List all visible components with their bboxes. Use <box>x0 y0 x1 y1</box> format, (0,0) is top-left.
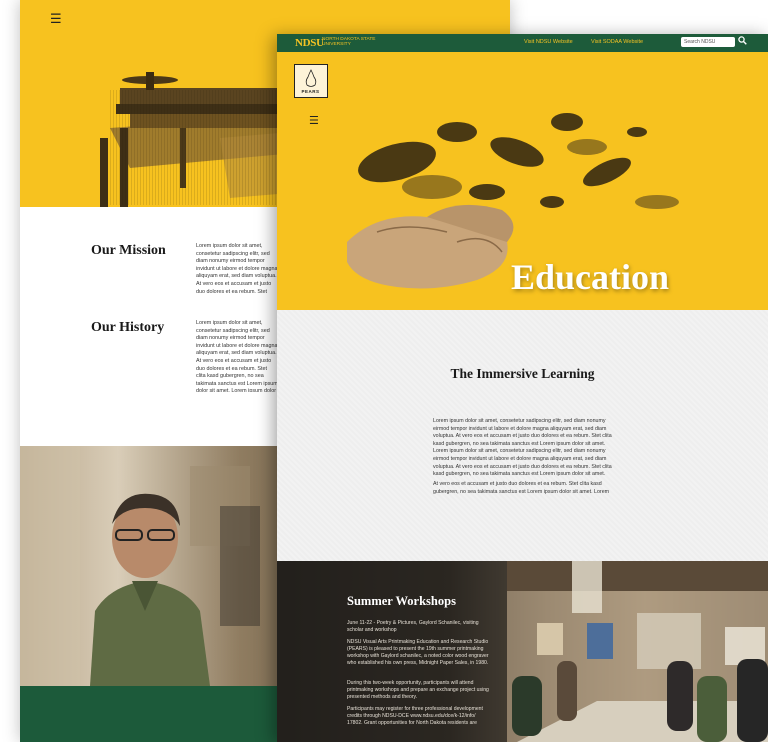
visit-ndsu-link[interactable]: Visit NDSU Website <box>524 39 573 45</box>
history-heading: Our History <box>91 320 165 335</box>
pears-logo-text: PEARS <box>301 89 320 94</box>
education-hero-banner: PEARS ☰ Education <box>277 52 768 310</box>
pear-icon <box>305 69 317 87</box>
press-texture <box>110 90 280 205</box>
mission-text: Lorem ipsum dolor sit amet, consetetur s… <box>196 243 278 293</box>
summer-workshops-heading: Summer Workshops <box>347 594 456 608</box>
visit-sodaa-link[interactable]: Visit SODAA Website <box>591 39 643 45</box>
ndsu-logo[interactable]: NDSU <box>295 37 324 49</box>
immersive-learning-section: The Immersive Learning Lorem ipsum dolor… <box>277 310 768 561</box>
front-page-preview: NDSU NORTH DAKOTA STATE UNIVERSITY Visit… <box>277 34 768 742</box>
search-input[interactable]: Search NDSU <box>681 37 735 47</box>
immersive-learning-heading: The Immersive Learning <box>450 366 595 381</box>
immersive-learning-paragraph-2: At vero eos et accusam et justo duo dolo… <box>433 481 610 495</box>
hamburger-menu-icon[interactable]: ☰ <box>50 12 62 27</box>
hamburger-menu-icon[interactable]: ☰ <box>309 114 319 127</box>
ndsu-topbar: NDSU NORTH DAKOTA STATE UNIVERSITY Visit… <box>277 34 768 52</box>
workshop-paragraph-4: Participants may register for three prof… <box>347 706 483 726</box>
history-text: Lorem ipsum dolor sit amet, consetetur s… <box>196 320 278 392</box>
immersive-learning-paragraph-1: Lorem ipsum dolor sit amet, consetetur s… <box>433 418 612 478</box>
mission-heading: Our Mission <box>91 243 166 258</box>
ndsu-logo-subtitle: NORTH DAKOTA STATE UNIVERSITY <box>322 37 376 48</box>
workshop-paragraph-3: During this two-week opportunity, partic… <box>347 680 489 700</box>
hero-title: Education <box>511 257 670 297</box>
workshop-paragraph-1: June 11-22 - Poetry & Pictures, Gaylord … <box>347 620 479 633</box>
search-icon[interactable] <box>738 36 747 47</box>
pears-logo[interactable]: PEARS <box>294 64 328 98</box>
workshop-paragraph-2: NDSU Visual Arts Printmaking Education a… <box>347 639 489 666</box>
summer-workshops-section: Summer Workshops June 11-22 - Poetry & P… <box>277 561 768 742</box>
